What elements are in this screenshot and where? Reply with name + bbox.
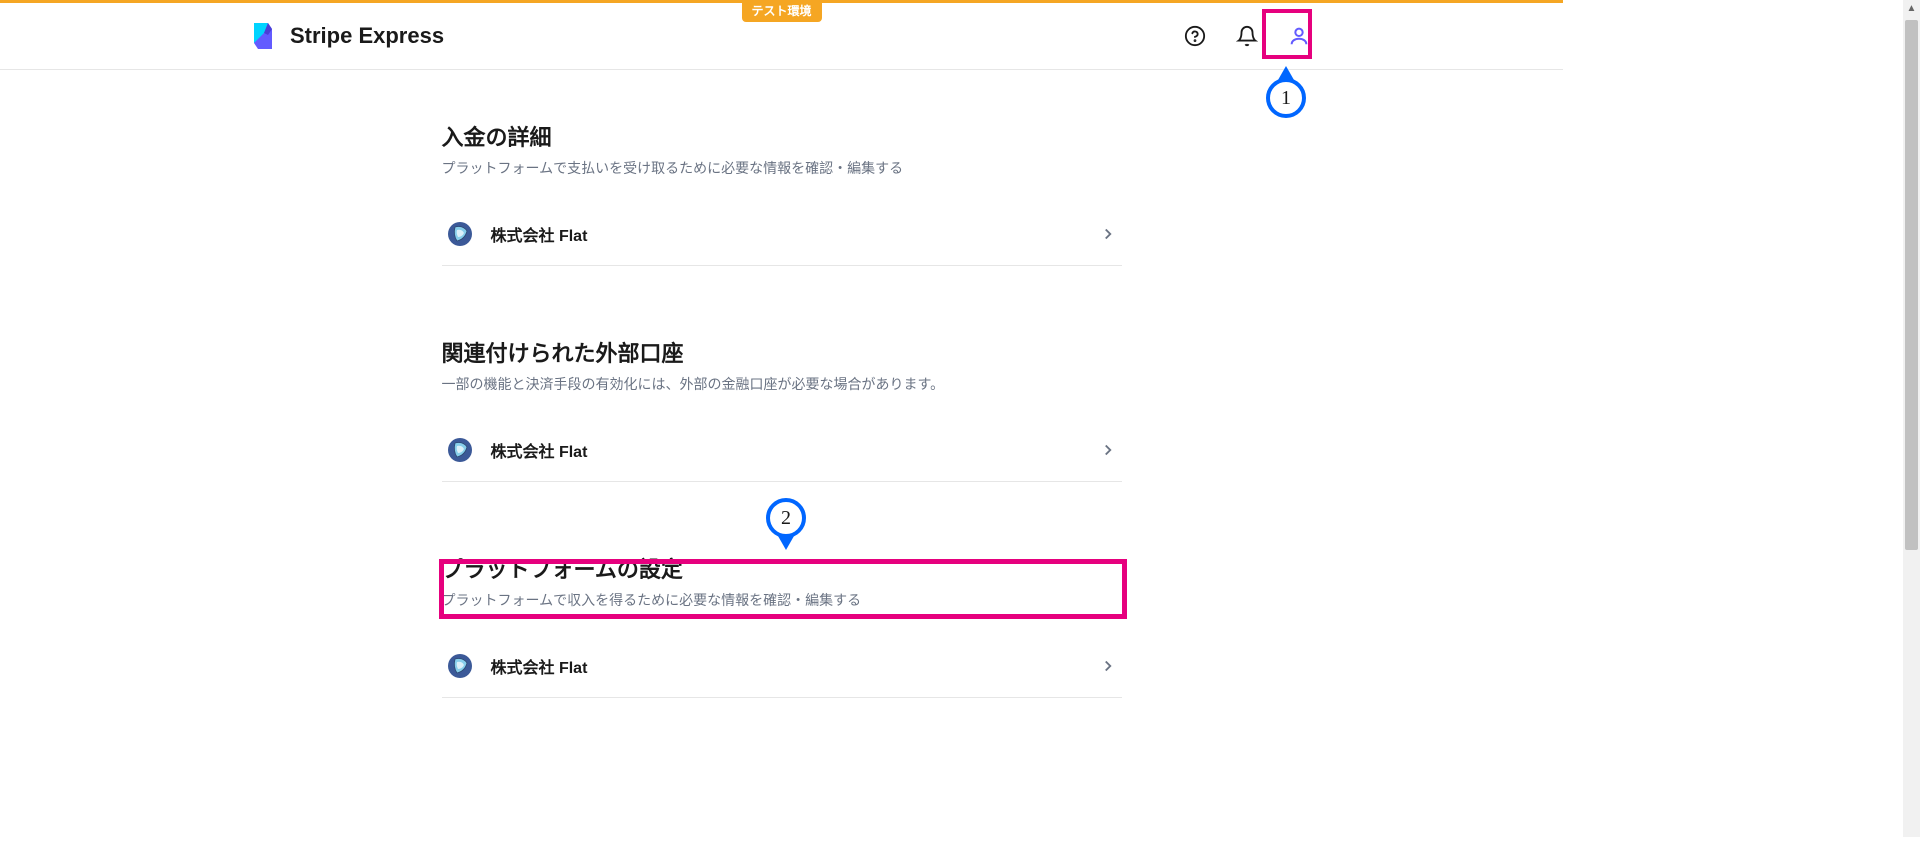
notifications-button[interactable] (1233, 22, 1261, 50)
company-icon (447, 653, 473, 679)
help-icon (1184, 25, 1206, 47)
header-left: Stripe Express (250, 21, 444, 51)
external-item-label: 株式会社 Flat (491, 438, 588, 462)
header-right (1181, 22, 1313, 50)
app-title: Stripe Express (290, 23, 444, 49)
external-description: 一部の機能と決済手段の有効化には、外部の金融口座が必要な場合があります。 (442, 374, 1122, 394)
user-icon (1288, 25, 1310, 47)
deposits-title: 入金の詳細 (442, 120, 1122, 152)
main-content: 入金の詳細 プラットフォームで支払いを受け取るために必要な情報を確認・編集する … (442, 70, 1122, 848)
platform-title: プラットフォームの設定 (442, 552, 1122, 584)
platform-settings-section: プラットフォームの設定 プラットフォームで収入を得るために必要な情報を確認・編集… (442, 552, 1122, 698)
list-item-left: 株式会社 Flat (447, 437, 588, 463)
company-icon (447, 221, 473, 247)
external-title: 関連付けられた外部口座 (442, 336, 1122, 368)
external-accounts-section: 関連付けられた外部口座 一部の機能と決済手段の有効化には、外部の金融口座が必要な… (442, 336, 1122, 482)
chevron-right-icon (1099, 441, 1117, 459)
test-environment-badge: テスト環境 (741, 0, 821, 22)
scrollbar-up-arrow-icon[interactable]: ▲ (1903, 0, 1920, 17)
deposits-item[interactable]: 株式会社 Flat (442, 203, 1122, 266)
platform-item-label: 株式会社 Flat (491, 654, 588, 678)
list-item-left: 株式会社 Flat (447, 653, 588, 679)
deposits-section: 入金の詳細 プラットフォームで支払いを受け取るために必要な情報を確認・編集する … (442, 120, 1122, 266)
profile-button[interactable] (1285, 22, 1313, 50)
external-item[interactable]: 株式会社 Flat (442, 419, 1122, 482)
help-button[interactable] (1181, 22, 1209, 50)
scrollbar[interactable]: ▲ (1903, 0, 1920, 837)
chevron-right-icon (1099, 657, 1117, 675)
company-icon (447, 437, 473, 463)
scrollbar-thumb[interactable] (1905, 20, 1918, 550)
page-viewport: テスト環境 Stripe Express (0, 0, 1563, 848)
bell-icon (1236, 25, 1258, 47)
list-item-left: 株式会社 Flat (447, 221, 588, 247)
platform-item[interactable]: 株式会社 Flat (442, 635, 1122, 698)
platform-description: プラットフォームで収入を得るために必要な情報を確認・編集する (442, 590, 1122, 610)
deposits-item-label: 株式会社 Flat (491, 222, 588, 246)
chevron-right-icon (1099, 225, 1117, 243)
stripe-express-logo-icon (250, 21, 276, 51)
annotation-number-1: 1 (1266, 78, 1306, 118)
deposits-description: プラットフォームで支払いを受け取るために必要な情報を確認・編集する (442, 158, 1122, 178)
